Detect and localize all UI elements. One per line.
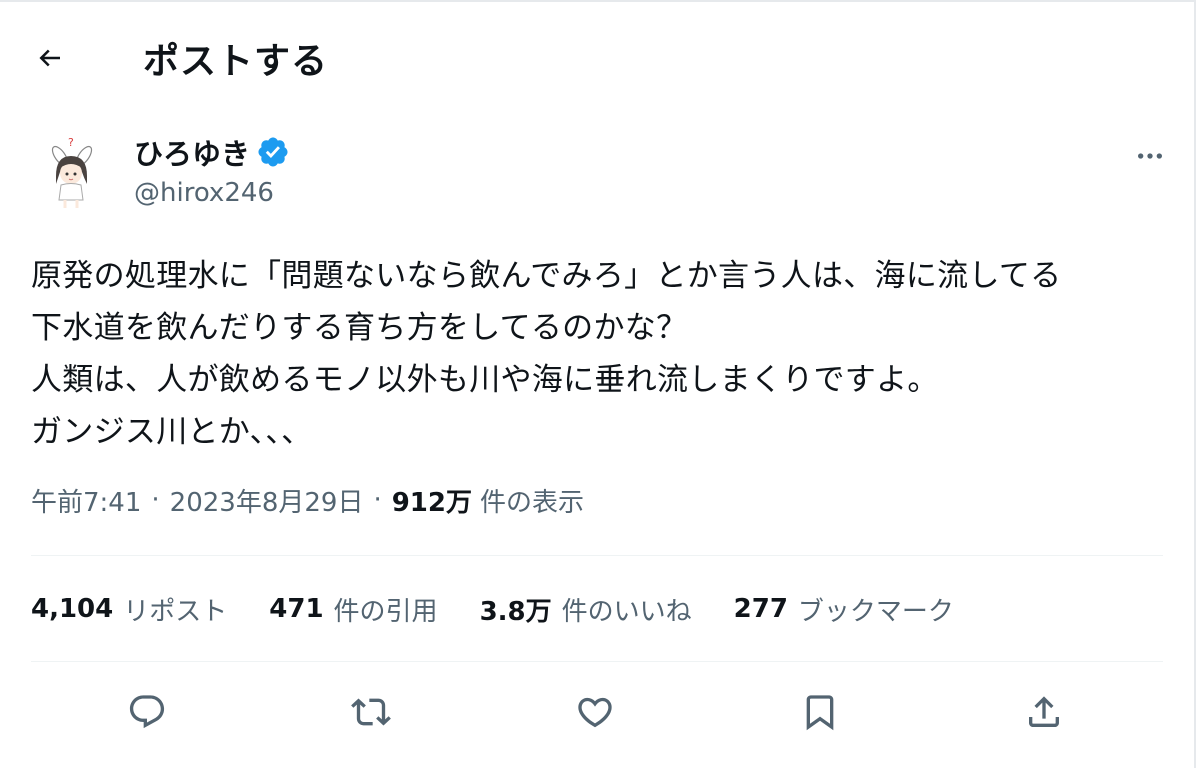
page-title: ポストする	[143, 41, 329, 82]
likes-label: 件のいいね	[561, 596, 692, 627]
reposts-stat[interactable]: 4,104 リポスト	[31, 591, 227, 628]
meta-separator: ·	[151, 485, 160, 515]
repost-button[interactable]	[347, 688, 395, 736]
verified-badge-icon[interactable]	[256, 135, 290, 169]
reposts-count: 4,104	[31, 594, 114, 624]
post-time[interactable]: 午前7:41	[31, 482, 141, 519]
post-text-line: ガンジス川とか、、、	[31, 414, 313, 450]
bookmarks-stat[interactable]: 277 ブックマーク	[734, 591, 954, 628]
post-date[interactable]: 2023年8月29日	[170, 482, 364, 519]
author-name[interactable]: ひろゆき	[134, 131, 250, 173]
quotes-label: 件の引用	[333, 596, 438, 627]
svg-text:?: ?	[68, 136, 74, 149]
post-text-line: 人類は、人が飲めるモノ以外も川や海に垂れ流しまくりですよ。	[31, 362, 939, 398]
action-bar	[0, 682, 1194, 742]
repost-icon	[351, 692, 391, 732]
share-icon	[1024, 692, 1064, 732]
views-label: 件の表示	[480, 487, 585, 518]
reply-icon	[127, 692, 167, 732]
reposts-label: リポスト	[123, 596, 228, 627]
post-text-line: 下水道を飲んだりする育ち方をしてるのかな？	[31, 310, 688, 346]
header-bar: ポストする	[0, 2, 1194, 110]
likes-stat[interactable]: 3.8万 件のいいね	[480, 591, 692, 628]
meta-separator: ·	[373, 485, 382, 515]
author-name-row: ひろゆき	[134, 130, 290, 174]
divider	[31, 661, 1163, 662]
back-button[interactable]	[28, 36, 72, 80]
more-options-button[interactable]	[1128, 134, 1172, 178]
reply-button[interactable]	[123, 688, 171, 736]
heart-icon	[575, 692, 615, 732]
quotes-stat[interactable]: 471 件の引用	[269, 591, 437, 628]
avatar[interactable]: ?	[32, 132, 110, 210]
more-horizontal-icon	[1134, 140, 1166, 172]
likes-count: 3.8万	[479, 596, 552, 627]
author-info: ひろゆき @hirox246	[134, 130, 290, 208]
bookmarks-label: ブックマーク	[797, 596, 954, 627]
bookmark-icon	[800, 692, 840, 732]
post-text-line: 原発の処理水に「問題ないなら飲んでみろ」とか言う人は、海に流してる	[31, 258, 1062, 294]
bookmark-button[interactable]	[796, 688, 844, 736]
like-button[interactable]	[571, 688, 619, 736]
engagement-stats: 4,104 リポスト 471 件の引用 3.8万 件のいいね 277 ブックマー…	[31, 587, 996, 631]
bookmarks-count: 277	[733, 594, 788, 624]
share-button[interactable]	[1020, 688, 1068, 736]
divider	[31, 555, 1163, 556]
views-count: 912万	[391, 487, 472, 518]
post-text: 原発の処理水に「問題ないなら飲んでみろ」とか言う人は、海に流してる 下水道を飲ん…	[31, 250, 1171, 458]
quotes-count: 471	[269, 594, 324, 624]
arrow-left-icon	[35, 43, 65, 73]
author-handle[interactable]: @hirox246	[134, 178, 290, 208]
post-metadata: 午前7:41 · 2023年8月29日 · 912万 件の表示	[31, 480, 584, 520]
